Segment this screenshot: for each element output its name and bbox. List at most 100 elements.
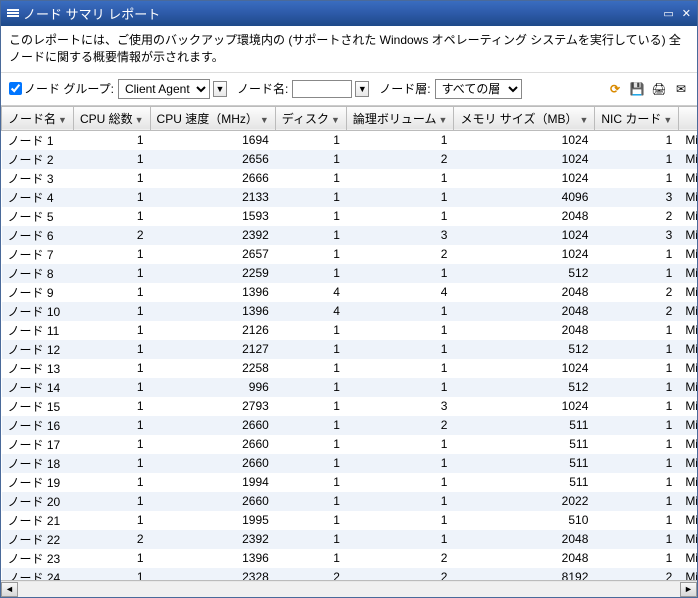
table-row[interactable]: ノード 1612660125111Microsoft(R) V <box>2 416 698 435</box>
cell-node-name: ノード 5 <box>2 207 74 226</box>
col-node-name[interactable]: ノード名▼ <box>2 106 74 130</box>
cell-nic: 2 <box>595 302 679 321</box>
col-cpu-speed[interactable]: CPU 速度（MHz）▼ <box>150 106 275 130</box>
cell-logical-volume: 1 <box>346 511 454 530</box>
cell-memory: 4096 <box>454 188 595 207</box>
table-row[interactable]: ノード 2126561210241Microsoft(R) V <box>2 150 698 169</box>
cell-cpu-count: 1 <box>73 359 150 378</box>
cell-cpu-count: 1 <box>73 568 150 580</box>
scroll-right-button[interactable]: ► <box>680 582 697 597</box>
close-button[interactable]: ✕ <box>682 7 691 20</box>
cell-logical-volume: 1 <box>346 454 454 473</box>
col-cpu-count[interactable]: CPU 総数▼ <box>73 106 150 130</box>
scroll-track[interactable] <box>18 582 680 597</box>
cell-node-name: ノード 6 <box>2 226 74 245</box>
mail-icon[interactable]: ✉ <box>673 81 689 97</box>
cell-cpu-count: 1 <box>73 340 150 359</box>
report-icon <box>7 9 19 19</box>
cell-disk: 1 <box>275 245 346 264</box>
cell-os: Microsoft(R) V <box>679 359 697 378</box>
cell-cpu-count: 1 <box>73 207 150 226</box>
cell-cpu-count: 1 <box>73 321 150 340</box>
cell-disk: 1 <box>275 416 346 435</box>
table-row[interactable]: ノード 1212127115121Microsoft(R) V <box>2 340 698 359</box>
table-row[interactable]: ノード 1712660115111Microsoft(R) V <box>2 435 698 454</box>
col-logical-volume[interactable]: 論理ボリューム▼ <box>346 106 454 130</box>
col-os[interactable] <box>679 106 697 130</box>
cell-nic: 2 <box>595 568 679 580</box>
cell-memory: 1024 <box>454 397 595 416</box>
table-row[interactable]: ノード 1911994115111Microsoft(R) V <box>2 473 698 492</box>
cell-cpu-count: 1 <box>73 283 150 302</box>
node-group-select[interactable]: Client Agent <box>118 79 210 99</box>
table-row[interactable]: ノード 1116941110241Microsoft(R) V <box>2 130 698 150</box>
cell-memory: 8192 <box>454 568 595 580</box>
table-row[interactable]: ノード 24123282281922Microsoft(R) V <box>2 568 698 580</box>
report-window: ノード サマリ レポート ▭ ✕ このレポートには、ご使用のバックアップ環境内の… <box>0 0 698 598</box>
node-tier-select[interactable]: すべての層 <box>435 79 522 99</box>
node-name-input[interactable] <box>292 80 352 98</box>
cell-logical-volume: 1 <box>346 130 454 150</box>
cell-memory: 511 <box>454 454 595 473</box>
table-row[interactable]: ノード 11121261120481Microsoft(R) V <box>2 321 698 340</box>
node-group-checkbox[interactable] <box>9 82 22 95</box>
report-description: このレポートには、ご使用のバックアップ環境内の (サポートされた Windows… <box>1 26 697 73</box>
cell-node-name: ノード 20 <box>2 492 74 511</box>
cell-node-name: ノード 8 <box>2 264 74 283</box>
cell-logical-volume: 1 <box>346 435 454 454</box>
cell-node-name: ノード 12 <box>2 340 74 359</box>
table-scroll-area[interactable]: ノード名▼ CPU 総数▼ CPU 速度（MHz）▼ ディスク▼ 論理ボリューム… <box>1 106 697 580</box>
cell-cpu-count: 1 <box>73 473 150 492</box>
cell-logical-volume: 1 <box>346 378 454 397</box>
cell-memory: 511 <box>454 435 595 454</box>
table-row[interactable]: ノード 15127931310241Microsoft(R) V <box>2 397 698 416</box>
refresh-icon[interactable]: ⟳ <box>607 81 623 97</box>
scroll-left-button[interactable]: ◄ <box>1 582 18 597</box>
cell-cpu-speed: 2133 <box>150 188 275 207</box>
horizontal-scrollbar[interactable]: ◄ ► <box>1 580 697 597</box>
save-icon[interactable]: 💾 <box>629 81 645 97</box>
table-row[interactable]: ノード 20126601120221Microsoft® W <box>2 492 698 511</box>
col-nic[interactable]: NIC カード▼ <box>595 106 679 130</box>
table-row[interactable]: ノード 7126571210241Microsoft(R) V <box>2 245 698 264</box>
table-row[interactable]: ノード 10113964120482Microsoft(R) V <box>2 302 698 321</box>
col-memory[interactable]: メモリ サイズ（MB）▼ <box>454 106 595 130</box>
table-row[interactable]: ノード 23113961220481Microsoft® W <box>2 549 698 568</box>
cell-cpu-count: 1 <box>73 511 150 530</box>
cell-logical-volume: 1 <box>346 359 454 378</box>
cell-disk: 1 <box>275 511 346 530</box>
cell-node-name: ノード 24 <box>2 568 74 580</box>
table-row[interactable]: ノード 2111995115101Microsoft(R) V <box>2 511 698 530</box>
table-row[interactable]: ノード 22223921120481Microsoft(R) V <box>2 530 698 549</box>
table-row[interactable]: ノード 812259115121Microsoft(R) V <box>2 264 698 283</box>
cell-cpu-count: 2 <box>73 226 150 245</box>
table-row[interactable]: ノード 9113964420482Microsoft(R) V <box>2 283 698 302</box>
table-row[interactable]: ノード 13122581110241Microsoft(R) V <box>2 359 698 378</box>
cell-logical-volume: 1 <box>346 340 454 359</box>
cell-cpu-speed: 2126 <box>150 321 275 340</box>
node-name-dropdown-icon[interactable]: ▼ <box>355 81 369 97</box>
cell-disk: 4 <box>275 283 346 302</box>
cell-disk: 1 <box>275 359 346 378</box>
node-group-dropdown-icon[interactable]: ▼ <box>213 81 227 97</box>
cell-os: Microsoft(R) V <box>679 416 697 435</box>
table-row[interactable]: ノード 4121331140963Microsoft® W <box>2 188 698 207</box>
table-row[interactable]: ノード 6223921310243Microsoft(R) V <box>2 226 698 245</box>
col-disk[interactable]: ディスク▼ <box>275 106 346 130</box>
cell-disk: 1 <box>275 188 346 207</box>
table-row[interactable]: ノード 141996115121Microsoft(R) V <box>2 378 698 397</box>
cell-node-name: ノード 23 <box>2 549 74 568</box>
table-row[interactable]: ノード 1812660115111Microsoft(R) V <box>2 454 698 473</box>
cell-nic: 1 <box>595 549 679 568</box>
cell-os: Microsoft® W <box>679 169 697 188</box>
cell-node-name: ノード 7 <box>2 245 74 264</box>
table-row[interactable]: ノード 3126661110241Microsoft® W <box>2 169 698 188</box>
cell-cpu-count: 1 <box>73 378 150 397</box>
minimize-button[interactable]: ▭ <box>663 7 673 20</box>
cell-memory: 1024 <box>454 150 595 169</box>
cell-node-name: ノード 14 <box>2 378 74 397</box>
node-summary-table: ノード名▼ CPU 総数▼ CPU 速度（MHz）▼ ディスク▼ 論理ボリューム… <box>1 106 697 580</box>
table-row[interactable]: ノード 5115931120482Microsoft(R) V <box>2 207 698 226</box>
cell-os: Microsoft(R) V <box>679 435 697 454</box>
print-icon[interactable]: 🖨 <box>651 81 667 97</box>
